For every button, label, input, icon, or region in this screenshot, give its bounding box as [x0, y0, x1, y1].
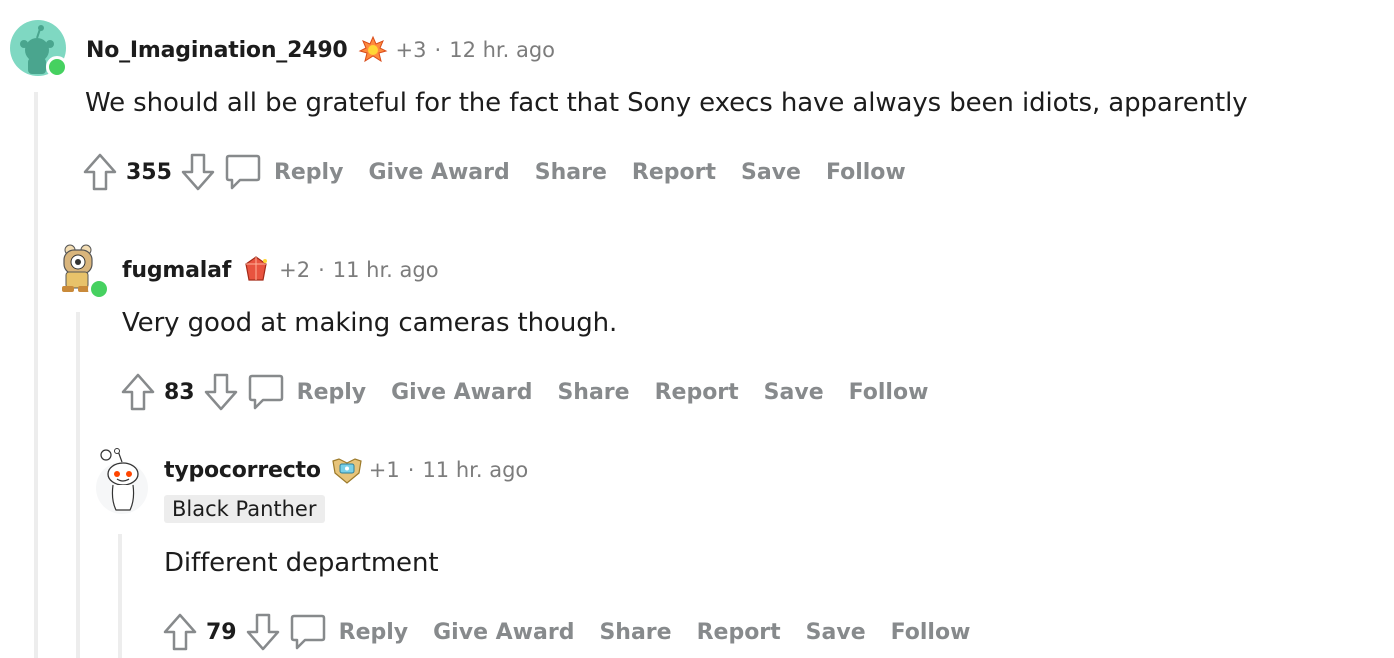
downvote-arrow-icon — [181, 153, 215, 191]
comment-meta: typocorrecto +1 · 11 hr. ago — [164, 455, 528, 485]
follow-button[interactable]: Follow — [849, 380, 929, 405]
comment-action-bar: 79 Reply Give Award Share Report Save Fo… — [160, 610, 970, 654]
avatar[interactable] — [10, 20, 68, 78]
downvote-button[interactable] — [201, 370, 241, 414]
online-status-dot — [88, 278, 110, 300]
upvote-arrow-icon — [163, 613, 197, 651]
gem-award-icon[interactable] — [241, 255, 271, 285]
award-count: +3 — [395, 38, 427, 62]
flame-award-icon[interactable] — [358, 35, 388, 65]
thread-line-level-3[interactable] — [118, 534, 122, 658]
upvote-arrow-icon — [83, 153, 117, 191]
comment-bubble-icon — [290, 614, 325, 650]
downvote-arrow-icon — [204, 373, 237, 411]
timestamp[interactable]: 12 hr. ago — [449, 38, 555, 62]
upvote-button[interactable] — [160, 610, 200, 654]
separator-dot: · — [434, 38, 442, 62]
comment-meta: fugmalaf +2 · 11 hr. ago — [122, 255, 439, 285]
reply-label: Reply — [273, 159, 344, 185]
online-status-dot — [46, 56, 68, 78]
reply-button[interactable]: Reply — [224, 152, 344, 192]
upvote-arrow-icon — [121, 373, 155, 411]
separator-dot: · — [318, 258, 325, 282]
downvote-button[interactable] — [178, 150, 218, 194]
thread-line-level-1[interactable] — [34, 92, 38, 658]
give-award-button[interactable]: Give Award — [433, 620, 574, 645]
follow-button[interactable]: Follow — [891, 620, 971, 645]
avatar[interactable] — [54, 242, 110, 300]
username-link[interactable]: fugmalaf — [122, 258, 231, 283]
share-button[interactable]: Share — [557, 380, 629, 405]
save-button[interactable]: Save — [741, 160, 801, 185]
award-count: +1 — [368, 458, 400, 482]
reply-label: Reply — [338, 619, 409, 645]
downvote-button[interactable] — [243, 610, 283, 654]
comment-action-bar: 83 Reply Give Award Share Report Save Fo… — [118, 370, 928, 414]
vote-score: 355 — [126, 159, 172, 185]
report-button[interactable]: Report — [655, 380, 739, 405]
timestamp[interactable]: 11 hr. ago — [333, 258, 439, 282]
user-flair: Black Panther — [164, 495, 325, 523]
comment-meta: No_Imagination_2490 +3 · 12 hr. ago — [86, 35, 555, 65]
reply-button[interactable]: Reply — [289, 612, 409, 652]
report-button[interactable]: Report — [697, 620, 781, 645]
username-link[interactable]: typocorrecto — [164, 458, 321, 483]
vote-score: 79 — [206, 619, 237, 645]
vote-score: 83 — [164, 379, 195, 405]
report-button[interactable]: Report — [632, 160, 716, 185]
shield-award-icon[interactable] — [331, 455, 362, 485]
save-button[interactable]: Save — [806, 620, 866, 645]
thread-line-level-2[interactable] — [76, 312, 80, 658]
upvote-button[interactable] — [80, 150, 120, 194]
timestamp[interactable]: 11 hr. ago — [422, 458, 528, 482]
reply-button[interactable]: Reply — [247, 372, 367, 412]
give-award-button[interactable]: Give Award — [391, 380, 532, 405]
username-link[interactable]: No_Imagination_2490 — [86, 38, 348, 63]
follow-button[interactable]: Follow — [826, 160, 906, 185]
save-button[interactable]: Save — [764, 380, 824, 405]
snoo-default-avatar-icon — [96, 448, 148, 514]
comment-bubble-icon — [225, 154, 261, 190]
comment-action-bar: 355 Reply Give Award Share Report Save F… — [80, 150, 906, 194]
give-award-button[interactable]: Give Award — [368, 160, 509, 185]
separator-dot: · — [407, 458, 415, 482]
upvote-button[interactable] — [118, 370, 158, 414]
share-button[interactable]: Share — [535, 160, 607, 185]
downvote-arrow-icon — [246, 613, 279, 651]
reply-label: Reply — [296, 379, 367, 405]
comment-bubble-icon — [248, 374, 283, 410]
avatar[interactable] — [94, 448, 150, 514]
share-button[interactable]: Share — [599, 620, 671, 645]
comment-body: We should all be grateful for the fact t… — [85, 88, 1248, 118]
comment-body: Different department — [164, 548, 439, 578]
comment-body: Very good at making cameras though. — [122, 308, 618, 338]
award-count: +2 — [279, 258, 311, 282]
